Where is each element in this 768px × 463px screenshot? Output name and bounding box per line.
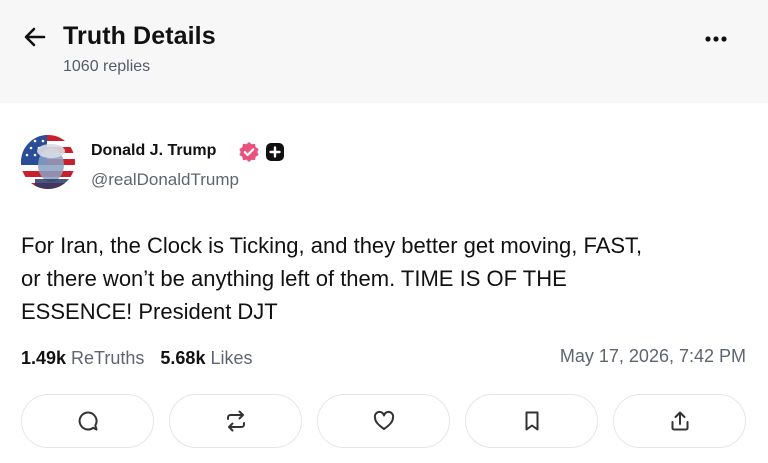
retruths-label[interactable]: ReTruths <box>71 348 144 369</box>
share-icon <box>671 411 688 431</box>
like-button[interactable] <box>317 394 450 448</box>
author-name[interactable]: Donald J. Trump <box>91 142 216 160</box>
more-options-button[interactable] <box>700 25 732 51</box>
post-stats: 1.49k ReTruths 5.68k Likes <box>21 345 252 371</box>
reply-icon <box>78 411 98 431</box>
retruth-button[interactable] <box>169 394 302 448</box>
bookmark-icon <box>525 411 538 431</box>
page-header: Truth Details 1060 replies <box>0 0 768 103</box>
post-text: For Iran, the Clock is Ticking, and they… <box>21 233 643 324</box>
page-title: Truth Details <box>63 22 216 50</box>
retruths-count[interactable]: 1.49k <box>21 348 66 369</box>
retruth-icon <box>226 410 245 432</box>
arrow-left-icon <box>24 27 46 47</box>
likes-label[interactable]: Likes <box>210 348 252 369</box>
verified-badge-icon <box>238 141 260 163</box>
plus-badge-icon <box>265 142 285 162</box>
share-button[interactable] <box>613 394 746 448</box>
likes-count[interactable]: 5.68k <box>160 348 205 369</box>
bookmark-button[interactable] <box>465 394 598 448</box>
avatar[interactable] <box>21 135 75 189</box>
reply-count: 1060 replies <box>63 58 151 75</box>
author-handle[interactable]: @realDonaldTrump <box>91 170 239 190</box>
more-dots-icon <box>705 36 727 42</box>
heart-icon <box>373 410 394 430</box>
back-button[interactable] <box>22 24 48 50</box>
post-timestamp: May 17, 2026, 7:42 PM <box>559 346 746 366</box>
reply-button[interactable] <box>21 394 154 448</box>
